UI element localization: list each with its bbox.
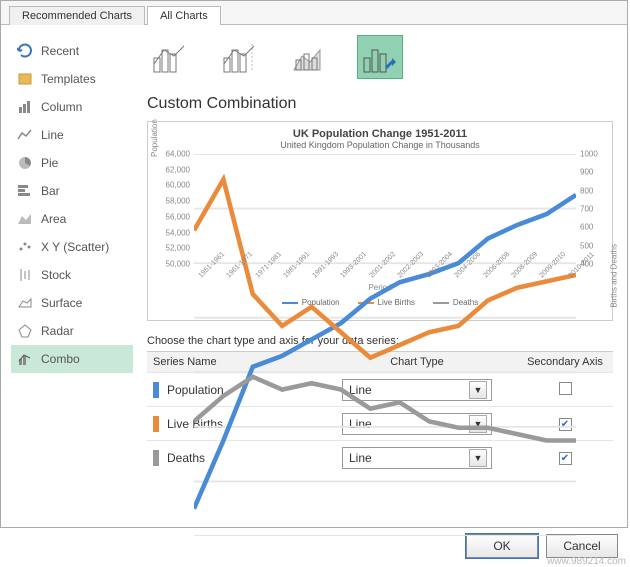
series-swatch xyxy=(153,382,159,398)
sidebar-item-surface[interactable]: Surface xyxy=(11,289,133,317)
sidebar-item-label: Stock xyxy=(41,268,71,282)
sidebar-item-label: Templates xyxy=(41,72,96,86)
sidebar-item-label: Line xyxy=(41,128,64,142)
sidebar-item-label: Area xyxy=(41,212,66,226)
chart-preview: UK Population Change 1951-2011 United Ki… xyxy=(147,121,613,321)
templates-icon xyxy=(17,71,33,87)
sidebar-item-line[interactable]: Line xyxy=(11,121,133,149)
combo-chart-icon xyxy=(17,351,33,367)
sidebar-item-label: Recent xyxy=(41,44,79,58)
sidebar-item-scatter[interactable]: X Y (Scatter) xyxy=(11,233,133,261)
chart-subtype-heading: Custom Combination xyxy=(147,95,613,113)
sidebar-item-radar[interactable]: Radar xyxy=(11,317,133,345)
sidebar-item-label: X Y (Scatter) xyxy=(41,240,109,254)
sidebar-item-label: Surface xyxy=(41,296,82,310)
subtype-custom-combination[interactable] xyxy=(357,35,403,79)
bar-chart-icon xyxy=(17,183,33,199)
cancel-button[interactable]: Cancel xyxy=(546,534,618,558)
chart-subtitle: United Kingdom Population Change in Thou… xyxy=(156,140,604,150)
insert-chart-dialog: Recommended Charts All Charts Recent Tem… xyxy=(0,0,628,528)
tab-bar: Recommended Charts All Charts xyxy=(1,1,627,25)
line-chart-icon xyxy=(17,127,33,143)
chart-plot-area xyxy=(194,154,576,536)
pie-chart-icon xyxy=(17,155,33,171)
watermark: www.989214.com xyxy=(547,556,626,567)
surface-chart-icon xyxy=(17,295,33,311)
recent-icon xyxy=(17,43,33,59)
subtype-clustered-column-line[interactable] xyxy=(147,35,193,79)
sidebar-item-pie[interactable]: Pie xyxy=(11,149,133,177)
y-axis-left-ticks: 64,00062,00060,00058,00056,00054,00052,0… xyxy=(164,154,192,264)
column-chart-icon xyxy=(17,99,33,115)
series-swatch xyxy=(153,416,159,432)
sidebar-item-templates[interactable]: Templates xyxy=(11,65,133,93)
main-panel: Custom Combination UK Population Change … xyxy=(133,25,627,525)
y-axis-label-right: Births and Deaths xyxy=(610,244,619,308)
y-axis-right-ticks: 1000900800700600500400 xyxy=(578,154,602,264)
tab-recommended-charts[interactable]: Recommended Charts xyxy=(9,6,145,25)
sidebar-item-bar[interactable]: Bar xyxy=(11,177,133,205)
sidebar-item-area[interactable]: Area xyxy=(11,205,133,233)
sidebar-item-label: Radar xyxy=(41,324,74,338)
sidebar-item-stock[interactable]: Stock xyxy=(11,261,133,289)
subtype-stacked-area-column[interactable] xyxy=(287,35,333,79)
sidebar-item-recent[interactable]: Recent xyxy=(11,37,133,65)
chart-category-sidebar: Recent Templates Column Line Pie Bar xyxy=(1,25,133,525)
sidebar-item-label: Pie xyxy=(41,156,58,170)
tab-all-charts[interactable]: All Charts xyxy=(147,6,221,25)
stock-chart-icon xyxy=(17,267,33,283)
sidebar-item-label: Column xyxy=(41,100,82,114)
subtype-clustered-column-line-secondary[interactable] xyxy=(217,35,263,79)
radar-chart-icon xyxy=(17,323,33,339)
combo-subtype-row xyxy=(147,35,613,79)
sidebar-item-label: Combo xyxy=(41,352,80,366)
series-swatch xyxy=(153,450,159,466)
scatter-chart-icon xyxy=(17,239,33,255)
y-axis-label-left: Population xyxy=(150,119,159,157)
area-chart-icon xyxy=(17,211,33,227)
chart-title: UK Population Change 1951-2011 xyxy=(156,128,604,140)
sidebar-item-column[interactable]: Column xyxy=(11,93,133,121)
sidebar-item-label: Bar xyxy=(41,184,60,198)
ok-button[interactable]: OK xyxy=(466,534,538,558)
sidebar-item-combo[interactable]: Combo xyxy=(11,345,133,373)
